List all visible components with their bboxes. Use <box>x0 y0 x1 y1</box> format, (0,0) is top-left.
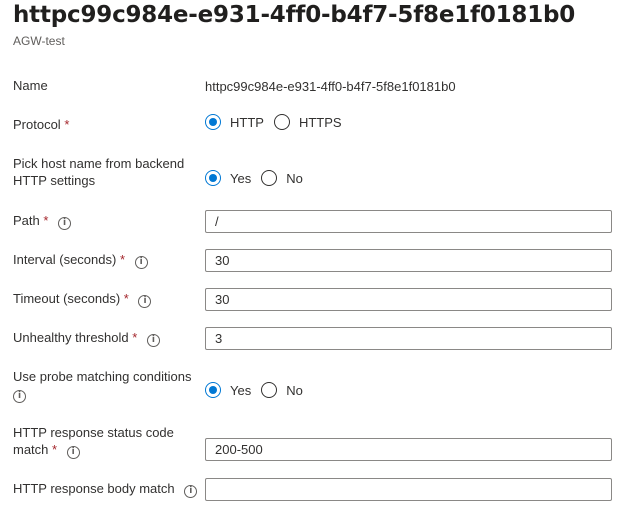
radio-label: HTTP <box>230 114 264 130</box>
pick-host-label-line1: Pick host name from backend <box>13 156 185 171</box>
radio-unselected-icon[interactable] <box>273 114 290 130</box>
info-icon[interactable]: i <box>58 217 72 230</box>
probe-matching-label-text: Use probe matching conditions <box>13 369 192 384</box>
probe-matching-label: Use probe matching conditions i <box>13 368 192 403</box>
page-title: httpc99c984e-e931-4ff0-b4f7-5f8e1f0181b0 <box>13 2 576 28</box>
unhealthy-threshold-input[interactable] <box>205 327 612 350</box>
info-icon[interactable]: i <box>138 295 152 308</box>
info-icon[interactable]: i <box>184 485 198 498</box>
probe-matching-option-no[interactable]: No <box>261 382 303 398</box>
radio-label: No <box>286 170 303 186</box>
protocol-label-text: Protocol <box>13 117 61 132</box>
info-icon[interactable]: i <box>146 334 160 347</box>
interval-label-text: Interval (seconds) <box>13 252 117 267</box>
body-match-label-text: HTTP response body match <box>13 481 175 496</box>
required-marker: * <box>64 117 70 132</box>
protocol-option-http[interactable]: HTTP <box>205 114 264 130</box>
pick-host-radio-group: Yes No <box>205 170 313 186</box>
path-label-text: Path <box>13 213 40 228</box>
timeout-input[interactable] <box>205 288 612 311</box>
radio-selected-icon[interactable] <box>205 170 221 186</box>
radio-unselected-icon[interactable] <box>261 170 278 186</box>
interval-input[interactable] <box>205 249 612 272</box>
protocol-radio-group: HTTP HTTPS <box>205 114 352 130</box>
radio-selected-icon[interactable] <box>205 382 221 398</box>
body-match-input[interactable] <box>205 478 612 501</box>
pick-host-option-no[interactable]: No <box>261 170 303 186</box>
protocol-label: Protocol * <box>13 116 69 133</box>
info-icon[interactable]: i <box>134 256 148 269</box>
name-label: Name <box>13 78 48 93</box>
info-icon[interactable]: i <box>13 390 26 403</box>
timeout-label-text: Timeout (seconds) <box>13 291 121 306</box>
timeout-label: Timeout (seconds) * i <box>13 290 152 308</box>
unhealthy-label: Unhealthy threshold * i <box>13 329 160 347</box>
body-match-label: HTTP response body match i <box>13 480 198 498</box>
required-marker: * <box>43 213 49 228</box>
radio-label: HTTPS <box>298 114 342 130</box>
status-code-label-line1: HTTP response status code <box>13 425 174 440</box>
radio-label: Yes <box>230 382 252 398</box>
status-code-match-input[interactable] <box>205 438 612 461</box>
required-marker: * <box>119 252 126 267</box>
probe-matching-option-yes[interactable]: Yes <box>205 382 251 398</box>
unhealthy-label-text: Unhealthy threshold <box>13 330 129 345</box>
probe-matching-radio-group: Yes No <box>205 382 313 398</box>
pick-host-label-line2: HTTP settings <box>13 173 96 188</box>
page-subtitle: AGW-test <box>13 34 65 48</box>
pick-host-option-yes[interactable]: Yes <box>205 170 251 186</box>
required-marker: * <box>132 330 138 345</box>
name-value: httpc99c984e-e931-4ff0-b4f7-5f8e1f0181b0 <box>205 79 456 94</box>
interval-label: Interval (seconds) * i <box>13 251 148 269</box>
radio-selected-icon[interactable] <box>205 114 221 130</box>
radio-label: Yes <box>230 170 252 186</box>
info-icon[interactable]: i <box>66 446 80 459</box>
status-code-label: HTTP response status code match * i <box>13 424 174 459</box>
path-input[interactable] <box>205 210 612 233</box>
required-marker: * <box>123 291 129 306</box>
radio-label: No <box>286 382 303 398</box>
status-code-label-line2: match <box>13 442 49 457</box>
required-marker: * <box>52 442 58 457</box>
pick-host-label: Pick host name from backend HTTP setting… <box>13 155 184 189</box>
radio-unselected-icon[interactable] <box>261 382 278 398</box>
path-label: Path * i <box>13 212 72 230</box>
protocol-option-https[interactable]: HTTPS <box>273 114 342 130</box>
